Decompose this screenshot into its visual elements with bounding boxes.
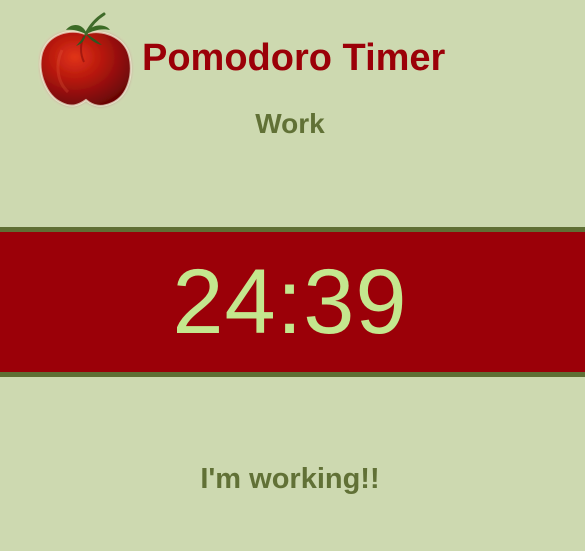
tomato-icon [38,10,134,110]
status-message: I'm working!! [200,463,380,495]
session-mode-label: Work [255,108,325,139]
app-title: Pomodoro Timer [142,37,446,79]
app-header [38,10,134,110]
countdown-display: 24:39 [172,251,408,353]
timer-panel: 24:39 [0,227,585,377]
